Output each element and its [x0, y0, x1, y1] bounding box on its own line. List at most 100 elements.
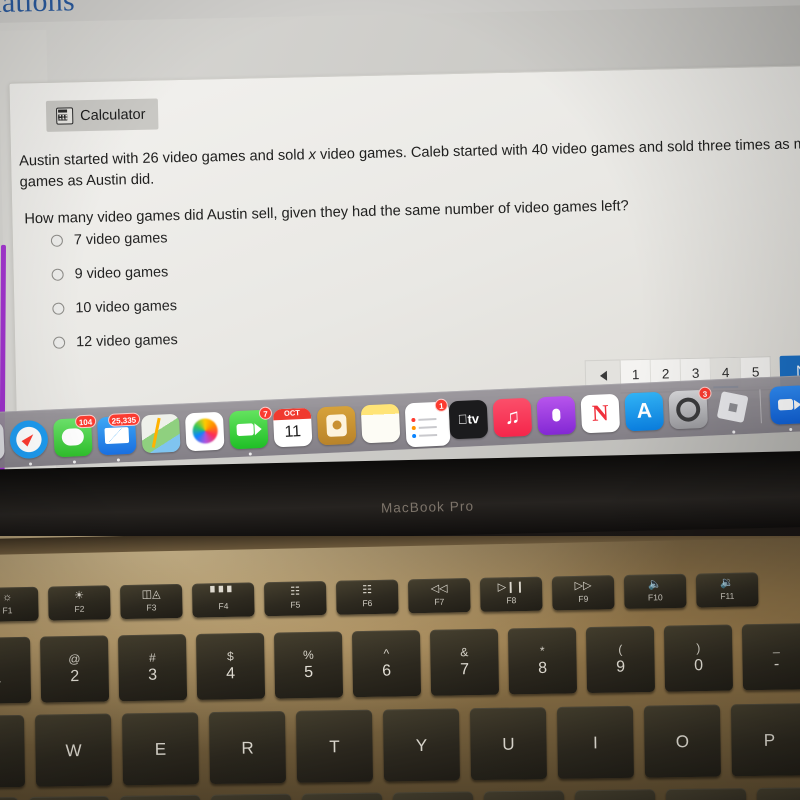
- key-4-label: 4: [226, 665, 236, 683]
- key-semicolon[interactable]: :: [756, 787, 800, 800]
- key-l[interactable]: L: [665, 788, 747, 800]
- dock-item-apple-tv[interactable]: tv: [448, 399, 489, 439]
- radio-icon[interactable]: [52, 302, 65, 315]
- dock-item-contacts[interactable]: [316, 405, 357, 445]
- answer-option[interactable]: 10 video games: [52, 298, 177, 317]
- key-6[interactable]: ^ 6: [351, 630, 422, 698]
- calculator-button[interactable]: Calculator: [45, 98, 159, 132]
- running-indicator: [72, 459, 76, 464]
- key-f5-label: F5: [290, 599, 301, 610]
- dock-item-safari[interactable]: [9, 419, 49, 466]
- key-5[interactable]: % 5: [273, 631, 344, 699]
- key-q[interactable]: Q: [0, 714, 26, 788]
- zoom-icon: [769, 384, 800, 425]
- dock-item-roblox[interactable]: [712, 387, 752, 434]
- dock-divider: [759, 388, 762, 423]
- dock-item-messages[interactable]: 104: [52, 413, 97, 464]
- podcasts-icon: [536, 395, 577, 435]
- key-w[interactable]: W: [34, 713, 113, 787]
- key-9-label: 9: [616, 658, 626, 676]
- maps-icon: [140, 413, 181, 453]
- answer-option-label: 7 video games: [73, 230, 168, 249]
- key-f3-label: F3: [146, 602, 157, 613]
- key-u[interactable]: U: [469, 707, 548, 781]
- dock-item-calendar[interactable]: OCT 11: [272, 407, 313, 447]
- key-1[interactable]: ! 1: [0, 636, 32, 704]
- key-0[interactable]: ) 0: [663, 624, 734, 692]
- dock-item-maps[interactable]: [140, 413, 181, 453]
- dock-item-facetime[interactable]: 7: [228, 405, 273, 456]
- dock-item-reminders[interactable]: 1: [404, 397, 451, 447]
- key-r-label: R: [241, 737, 254, 758]
- key-9[interactable]: ( 9: [585, 625, 656, 694]
- calendar-day: 11: [284, 423, 302, 441]
- key-f9-label: F9: [578, 593, 589, 604]
- key-4[interactable]: $ 4: [195, 632, 266, 700]
- key-f3[interactable]: ◫◬ F3: [119, 583, 183, 620]
- dock-item-photos[interactable]: [184, 411, 225, 451]
- dock-item-app-store[interactable]: A: [624, 391, 665, 431]
- running-indicator: [788, 427, 792, 431]
- apple-tv-label: tv: [462, 411, 479, 427]
- question-line-3: How many video games did Austin sell, gi…: [24, 198, 629, 228]
- dock-item-podcasts[interactable]: [536, 395, 577, 435]
- calculator-icon: [56, 107, 74, 125]
- key-p[interactable]: P: [730, 703, 800, 777]
- key-f8[interactable]: ▷❙❙ F8: [479, 576, 543, 612]
- key-2[interactable]: @ 2: [39, 635, 110, 703]
- keyboard-brightness-low-icon: ☷: [290, 585, 301, 599]
- key-7-label: 7: [460, 660, 470, 679]
- dock-item-music[interactable]: ♫: [492, 397, 533, 437]
- key-i[interactable]: I: [556, 705, 634, 779]
- keyboard-function-row: ☼ F1 ☀ F2 ◫◬ F3 ▘▘▘ F4 ☷ F5 ☷ F6 ◁◁ F7 ▷…: [0, 572, 769, 622]
- key-f6[interactable]: ☷ F6: [335, 579, 399, 615]
- key-f1[interactable]: ☼ F1: [0, 586, 39, 622]
- key-h[interactable]: H: [392, 791, 474, 800]
- radio-icon[interactable]: [51, 268, 64, 281]
- key-f9[interactable]: ▷▷ F9: [551, 575, 615, 611]
- key-f2[interactable]: ☀ F2: [47, 585, 111, 621]
- dock-item-zoom[interactable]: [769, 384, 800, 431]
- key-f7[interactable]: ◁◁ F7: [407, 578, 471, 614]
- key-e[interactable]: E: [121, 712, 200, 786]
- question-body: Austin started with 26 video games and s…: [19, 134, 800, 231]
- key-s[interactable]: S: [28, 795, 110, 800]
- dock-item-system-settings[interactable]: 3: [668, 386, 712, 429]
- dock-item-news[interactable]: N: [580, 393, 621, 433]
- contacts-icon: [316, 405, 357, 445]
- running-indicator: [248, 451, 252, 456]
- radio-icon[interactable]: [53, 336, 66, 349]
- key-3[interactable]: # 3: [117, 634, 188, 702]
- answer-option[interactable]: 9 video games: [51, 264, 176, 283]
- key-minus[interactable]: _ -: [741, 623, 800, 691]
- answer-option[interactable]: 12 video games: [53, 332, 178, 351]
- answer-option[interactable]: 7 video games: [50, 230, 176, 249]
- key-f7-label: F7: [434, 596, 445, 607]
- key-f10[interactable]: 🔈 F10: [623, 573, 687, 609]
- notes-icon: [360, 403, 401, 443]
- dock-item-mail[interactable]: 25,335: [96, 411, 141, 462]
- key-j[interactable]: J: [483, 790, 565, 800]
- key-f[interactable]: F: [210, 793, 292, 800]
- key-f5[interactable]: ☷ F5: [263, 580, 327, 617]
- dock-item-finder[interactable]: [0, 421, 5, 461]
- key-k[interactable]: K: [574, 789, 656, 800]
- key-6-shift: ^: [383, 646, 390, 661]
- messages-badge: 104: [74, 413, 97, 428]
- key-7[interactable]: & 7: [429, 628, 500, 696]
- key-f11[interactable]: 🔉 F11: [695, 572, 759, 608]
- dock-item-notes[interactable]: [360, 403, 401, 443]
- key-f6-label: F6: [362, 598, 373, 609]
- key-y[interactable]: Y: [382, 708, 461, 782]
- radio-icon[interactable]: [50, 234, 64, 247]
- key-f4[interactable]: ▘▘▘ F4: [191, 582, 255, 618]
- page-title: uations: [0, 0, 76, 20]
- key-t[interactable]: T: [295, 709, 374, 783]
- key-2-shift: @: [68, 651, 81, 666]
- key-8[interactable]: * 8: [507, 627, 578, 695]
- key-r[interactable]: R: [208, 711, 287, 785]
- key-o[interactable]: O: [643, 704, 721, 778]
- key-g[interactable]: G: [301, 792, 383, 800]
- key-d[interactable]: D: [119, 794, 201, 800]
- system-settings-badge: 3: [698, 386, 712, 400]
